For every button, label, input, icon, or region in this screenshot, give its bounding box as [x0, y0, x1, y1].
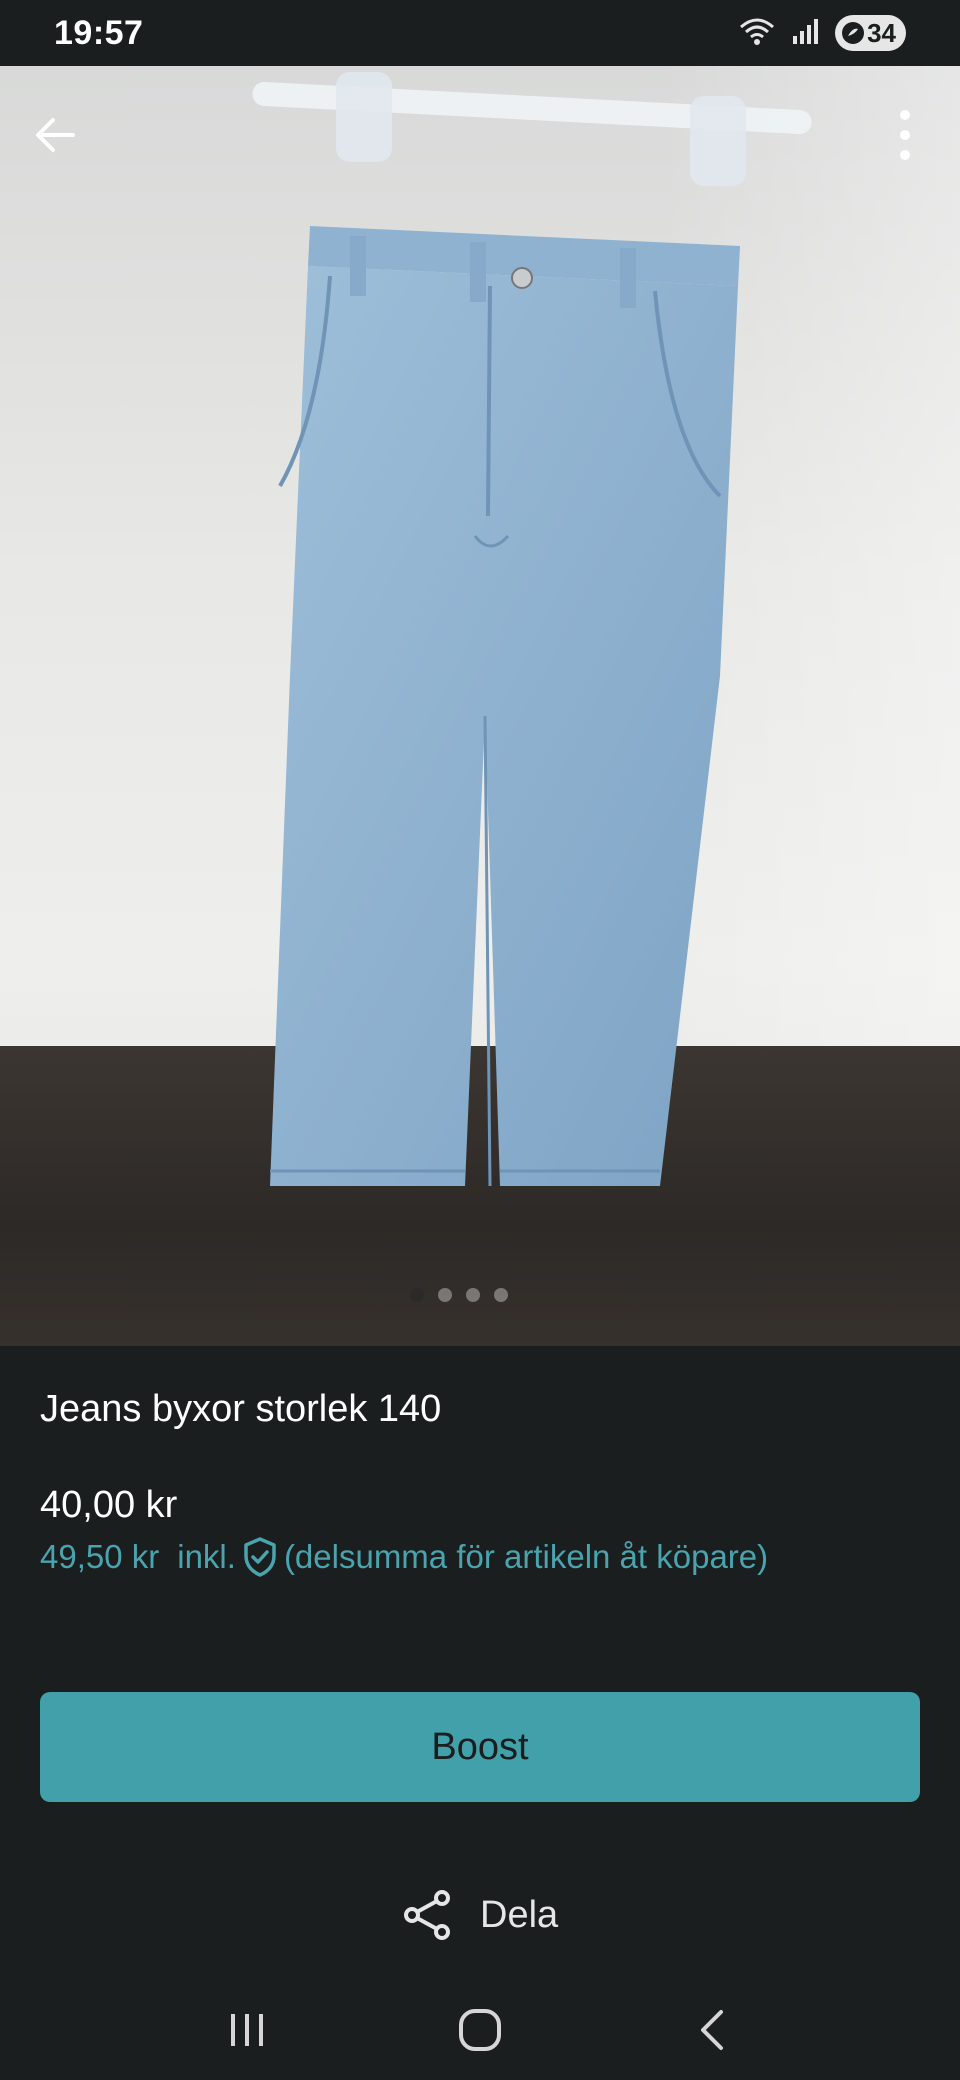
status-time: 19:57 — [54, 13, 144, 52]
signal-icon — [791, 16, 821, 51]
pagination-dot[interactable] — [466, 1288, 480, 1302]
jeans-illustration — [270, 226, 740, 1187]
pagination-dot[interactable] — [410, 1288, 424, 1302]
wifi-icon — [737, 15, 777, 52]
pagination-dot[interactable] — [494, 1288, 508, 1302]
share-button[interactable]: Dela — [400, 1888, 558, 1942]
buyer-subtotal[interactable]: 49,50 kr inkl. (delsumma för artikeln åt… — [40, 1536, 768, 1578]
battery-level: 34 — [867, 17, 896, 48]
more-options-button[interactable] — [870, 100, 940, 170]
status-bar: 19:57 34 — [0, 0, 960, 66]
home-button[interactable] — [440, 1990, 520, 2070]
subtotal-price: 49,50 kr — [40, 1538, 160, 1575]
subtotal-note: (delsumma för artikeln åt köpare) — [283, 1538, 769, 1575]
share-label: Dela — [480, 1893, 559, 1936]
recent-apps-icon — [230, 2014, 263, 2046]
pagination-dot[interactable] — [438, 1288, 452, 1302]
listing-title: Jeans byxor storlek 140 — [40, 1388, 442, 1430]
recent-apps-button[interactable] — [207, 1990, 287, 2070]
buyer-protection-shield-icon — [242, 1536, 278, 1578]
image-pagination — [410, 1288, 508, 1302]
back-button[interactable] — [20, 100, 90, 170]
listing-price: 40,00 kr — [40, 1484, 178, 1526]
product-image[interactable] — [0, 66, 960, 1346]
status-icons: 34 — [737, 15, 906, 52]
arrow-left-icon — [36, 118, 75, 152]
more-vertical-icon — [900, 110, 910, 160]
subtotal-incl: inkl. — [177, 1538, 236, 1575]
home-icon — [458, 2009, 501, 2051]
share-icon — [404, 1890, 450, 1940]
system-navigation-bar — [0, 1980, 960, 2080]
boost-button[interactable]: Boost — [40, 1692, 920, 1802]
battery-icon: 34 — [835, 15, 906, 51]
back-icon — [701, 2010, 724, 2050]
system-back-button[interactable] — [673, 1990, 753, 2070]
hanger-clip-left — [336, 72, 392, 162]
